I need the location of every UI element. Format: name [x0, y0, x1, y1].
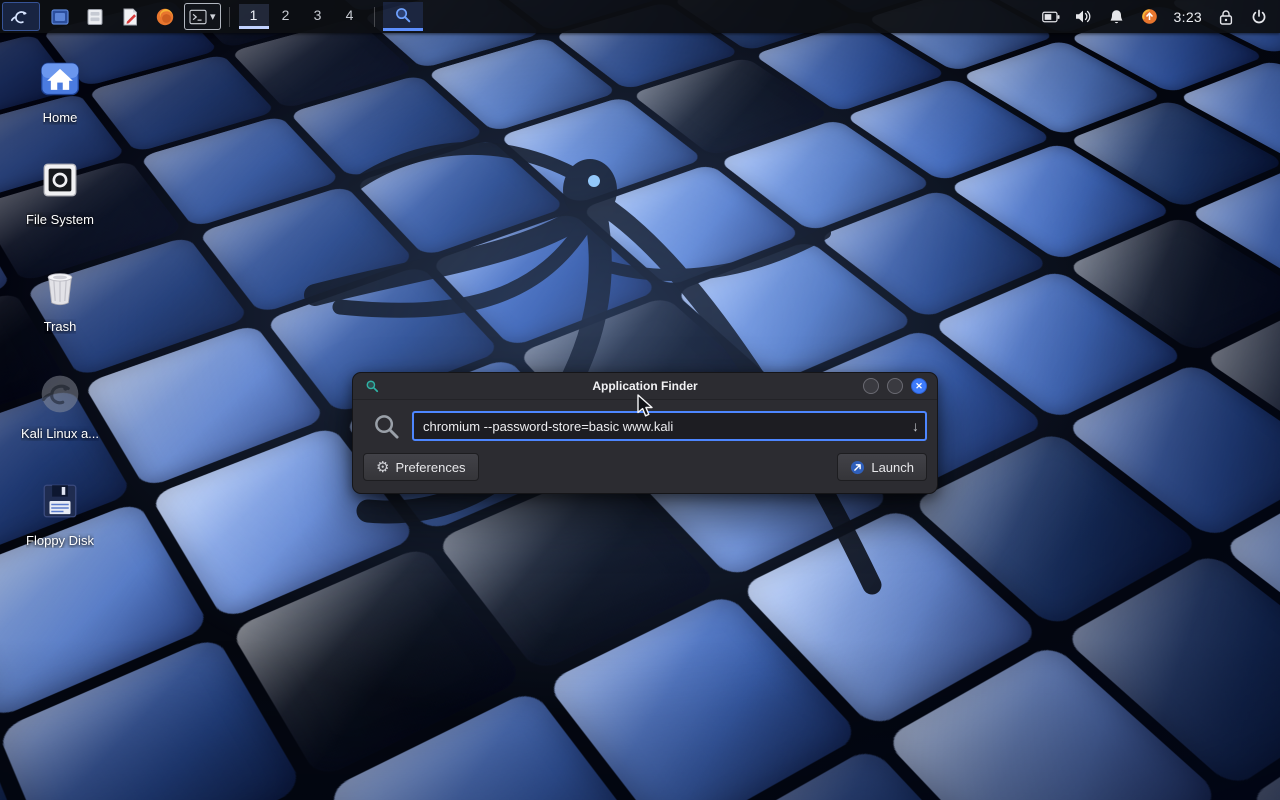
launcher-file-manager[interactable] [77, 2, 112, 31]
workspace-label: 3 [314, 7, 322, 23]
file-system-icon [37, 157, 83, 203]
desktop-icon-label: File System [26, 212, 94, 227]
desktop-icon-file-system[interactable]: File System [12, 157, 108, 227]
desktop-icon-home[interactable]: Home [12, 55, 108, 125]
workspace-button-3[interactable]: 3 [303, 4, 333, 29]
maximize-button[interactable] [887, 378, 903, 394]
workspace-label: 1 [250, 7, 258, 23]
launcher-text-editor[interactable] [112, 2, 147, 31]
floppy-disk-icon [37, 478, 83, 524]
close-button[interactable]: ✕ [911, 378, 927, 394]
desktop-icon-label: Floppy Disk [26, 533, 94, 548]
files-icon [50, 7, 70, 27]
preferences-label: Preferences [395, 460, 465, 475]
close-icon: ✕ [915, 382, 923, 391]
desktop-icon-trash[interactable]: Trash [12, 264, 108, 334]
notifications-bell-icon[interactable] [1108, 8, 1126, 26]
app-finder-window-icon [365, 379, 379, 393]
launcher-firefox[interactable] [147, 2, 182, 31]
gear-icon: ⚙ [376, 460, 389, 475]
workspace-label: 4 [346, 7, 354, 23]
app-finder-task-icon [394, 6, 412, 24]
launcher-files[interactable] [42, 2, 77, 31]
clock[interactable]: 3:23 [1174, 9, 1202, 25]
workspace-button-2[interactable]: 2 [271, 4, 301, 29]
preferences-button[interactable]: ⚙ Preferences [363, 453, 479, 481]
desktop-icon-label: Home [43, 110, 78, 125]
panel-separator [374, 7, 375, 27]
search-icon [373, 413, 400, 440]
titlebar[interactable]: Application Finder ✕ [353, 373, 937, 400]
firefox-icon [155, 7, 175, 27]
home-icon [37, 55, 83, 101]
button-row: ⚙ Preferences Launch [363, 453, 927, 481]
desktop-icon-label: Trash [44, 319, 77, 334]
launch-label: Launch [871, 460, 914, 475]
history-dropdown-icon[interactable]: ↓ [912, 418, 919, 434]
volume-icon[interactable] [1075, 8, 1093, 26]
text-editor-icon [120, 7, 140, 27]
updates-indicator-icon[interactable] [1141, 8, 1159, 26]
applications-menu-button[interactable] [2, 2, 40, 31]
launch-button[interactable]: Launch [837, 453, 927, 481]
workspace-button-1[interactable]: 1 [239, 4, 269, 29]
panel-left-group: ▾ 1 2 3 4 [0, 0, 423, 33]
lock-screen-icon[interactable] [1217, 8, 1235, 26]
desktop-icon-label: Kali Linux a... [21, 426, 99, 441]
power-icon[interactable] [1250, 8, 1268, 26]
taskbar-app-finder-button[interactable] [383, 2, 423, 31]
application-finder-window: Application Finder ✕ ↓ [352, 372, 938, 494]
desktop-icon-floppy-disk[interactable]: Floppy Disk [12, 478, 108, 548]
system-tray: 3:23 [1042, 0, 1280, 33]
terminal-icon [189, 9, 207, 25]
file-manager-icon [85, 7, 105, 27]
kali-menu-icon [10, 6, 32, 28]
command-input[interactable] [412, 411, 927, 441]
window-title: Application Finder [353, 379, 937, 393]
search-row: ↓ [363, 411, 927, 441]
top-panel: ▾ 1 2 3 4 [0, 0, 1280, 33]
trash-icon [37, 264, 83, 310]
workspace-label: 2 [282, 7, 290, 23]
launch-icon [850, 460, 865, 475]
chevron-down-icon[interactable]: ▾ [210, 10, 216, 23]
finder-body: ↓ ⚙ Preferences Launch [353, 400, 937, 493]
launcher-terminal[interactable]: ▾ [184, 3, 221, 30]
battery-icon[interactable] [1042, 8, 1060, 26]
kali-installer-icon [37, 371, 83, 417]
workspace-button-4[interactable]: 4 [335, 4, 365, 29]
minimize-button[interactable] [863, 378, 879, 394]
desktop-icon-kali-linux[interactable]: Kali Linux a... [12, 371, 108, 441]
panel-separator [229, 7, 230, 27]
window-controls: ✕ [863, 378, 937, 394]
command-entry-wrap: ↓ [412, 411, 927, 441]
